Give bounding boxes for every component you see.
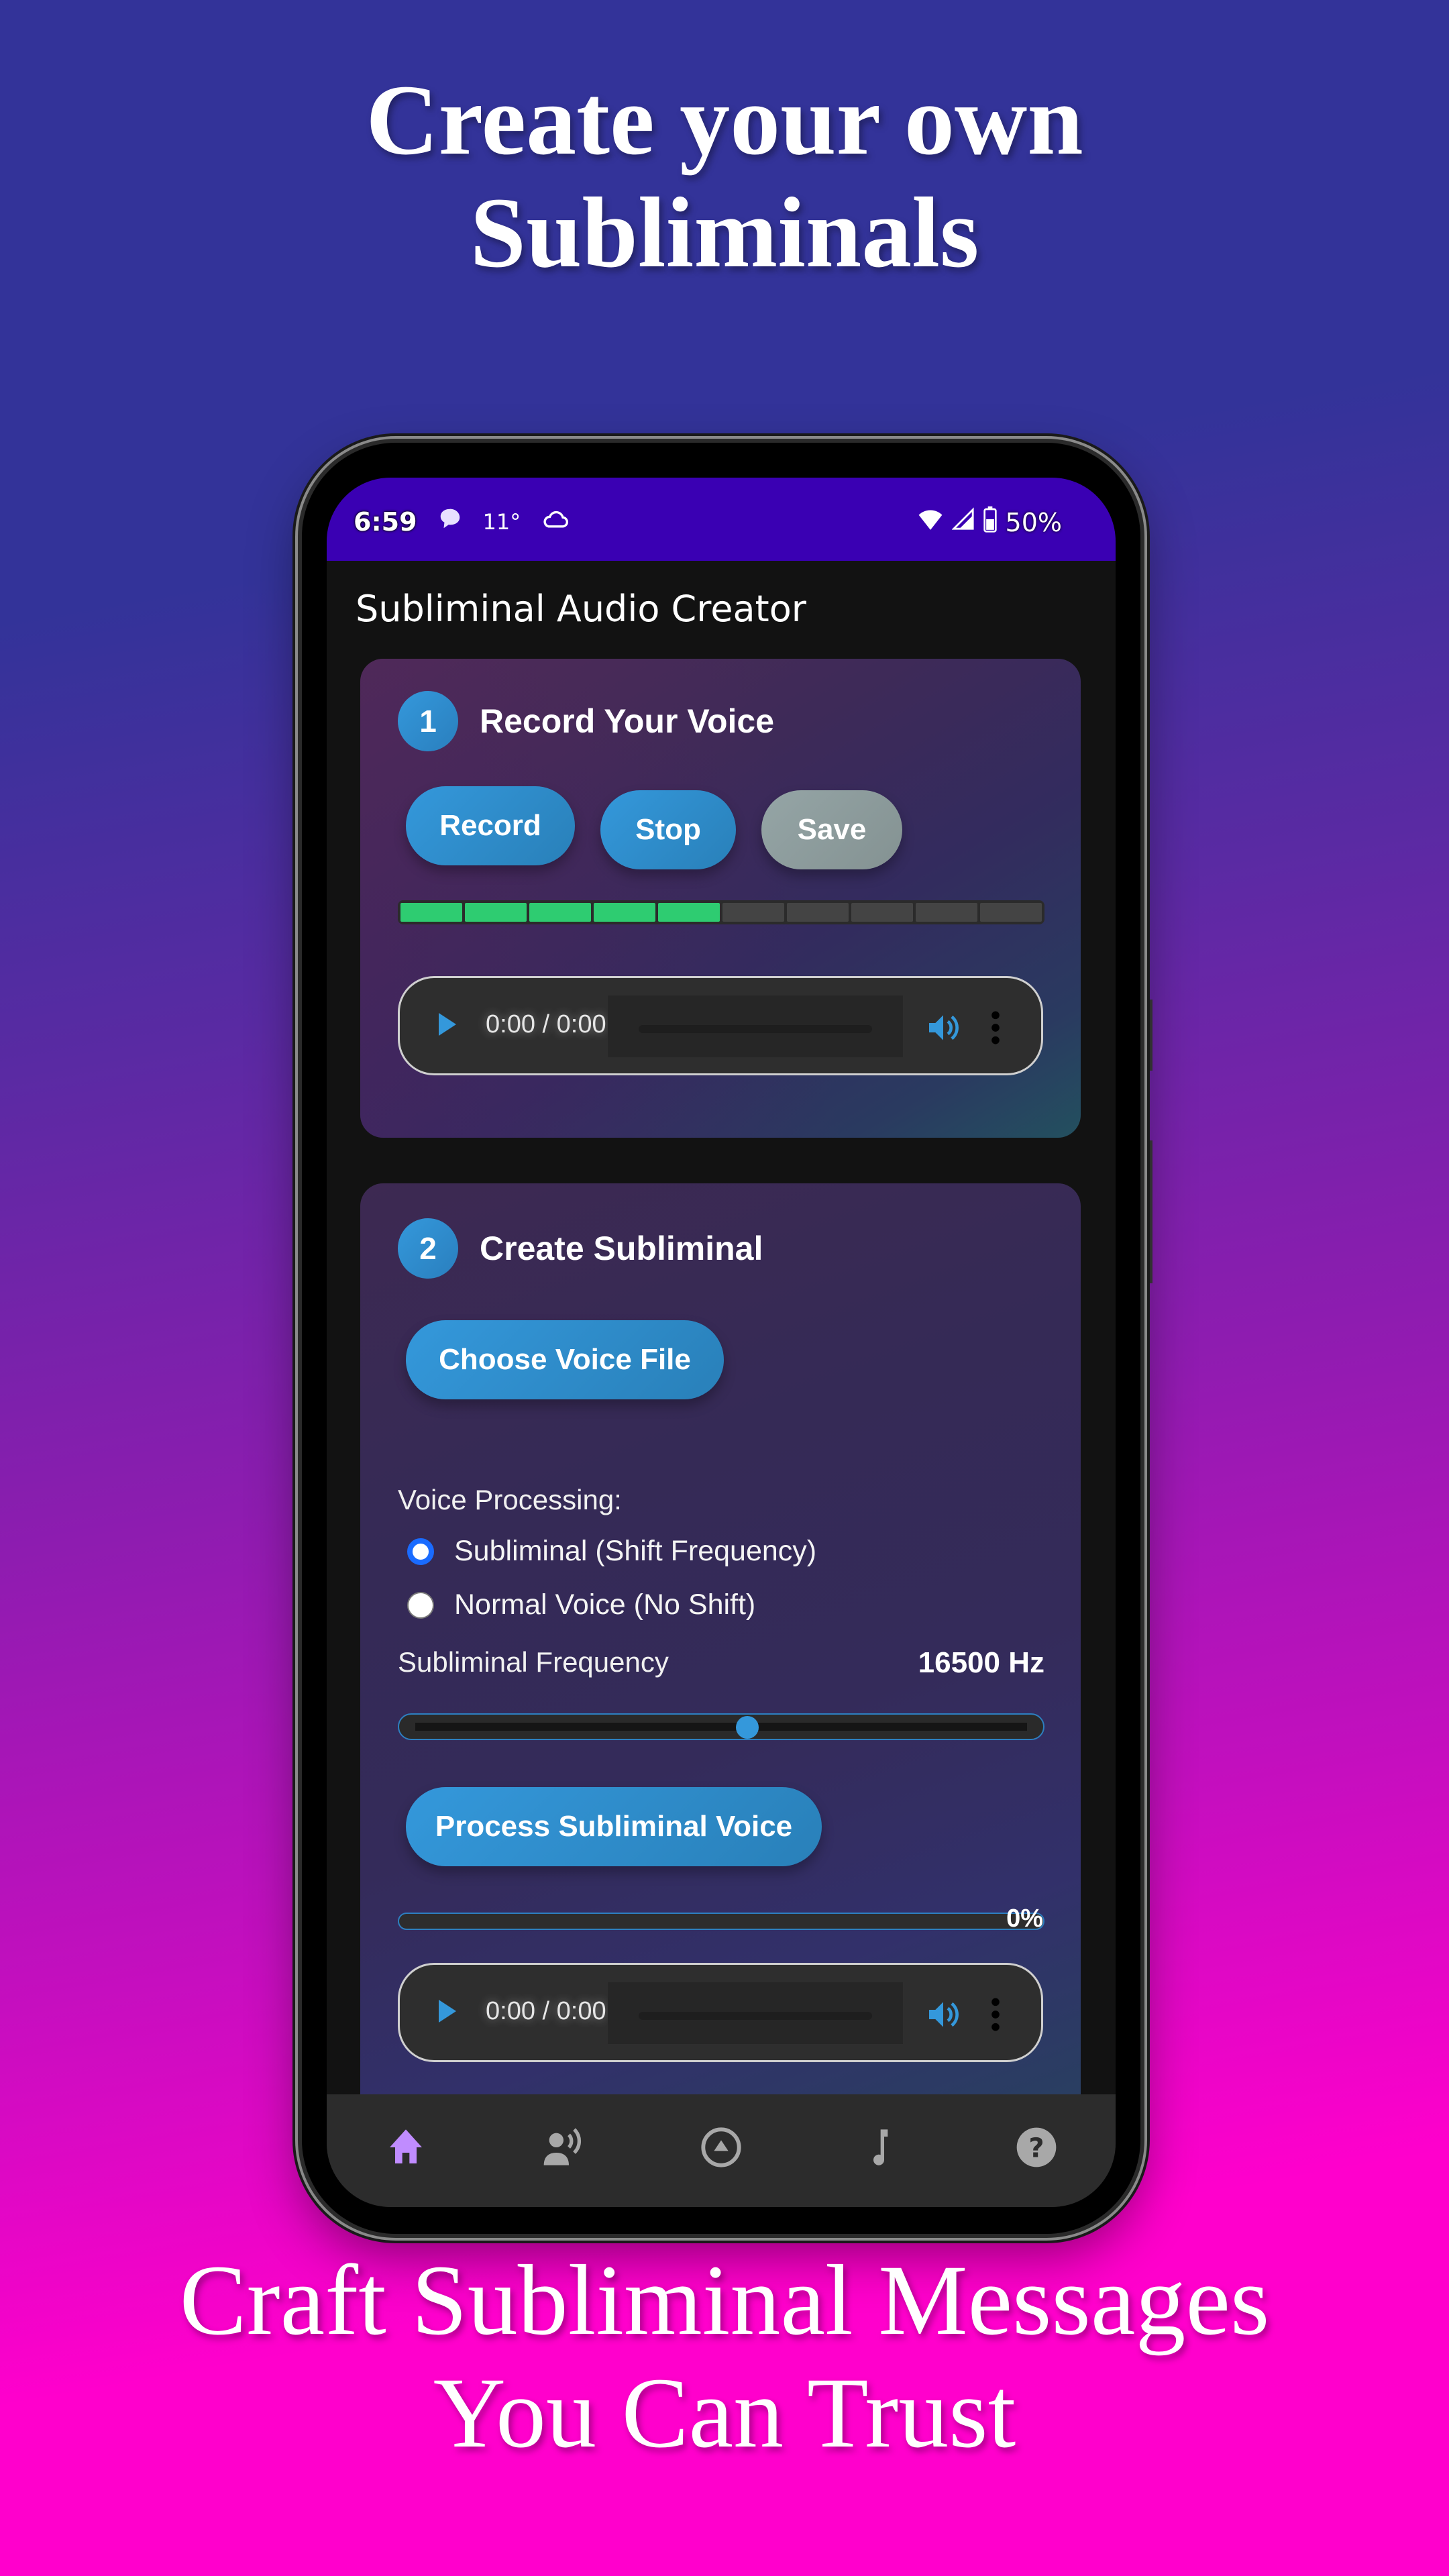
process-subliminal-voice-button[interactable]: Process Subliminal Voice — [406, 1787, 822, 1866]
meter-segment-inactive — [980, 903, 1042, 922]
player-time: 0:00 / 0:00 — [486, 1010, 606, 1038]
frequency-slider[interactable] — [398, 1713, 1044, 1740]
subliminal-frequency-value: 16500 Hz — [918, 1646, 1044, 1679]
promo-headline-bottom: Craft Subliminal Messages You Can Trust — [0, 2244, 1449, 2469]
step1-number-badge: 1 — [398, 691, 458, 751]
radio-label: Normal Voice (No Shift) — [454, 1589, 756, 1621]
recording-level-meter — [398, 900, 1044, 924]
step1-header: 1 Record Your Voice — [398, 691, 774, 751]
chat-bubble-icon — [437, 506, 463, 537]
phone-power-button — [1146, 1140, 1152, 1283]
promo-headline-top-line2: Subliminals — [470, 177, 979, 288]
step2-header: 2 Create Subliminal — [398, 1218, 763, 1279]
player-seek-bar[interactable] — [639, 2012, 872, 2020]
music-note-icon — [873, 2129, 888, 2165]
step2-number-badge: 2 — [398, 1218, 458, 1279]
signal-icon — [951, 506, 975, 538]
step2-title: Create Subliminal — [480, 1230, 763, 1267]
phone-volume-button — [1146, 1000, 1152, 1071]
promo-headline-top-line1: Create your own — [366, 64, 1083, 176]
play-icon[interactable] — [439, 2000, 456, 2023]
meter-segment-inactive — [722, 903, 784, 922]
meter-segment-active — [400, 903, 462, 922]
nav-voice[interactable] — [537, 2121, 590, 2174]
help-icon: ? — [1017, 2127, 1057, 2167]
progress-percent: 0% — [1006, 1904, 1043, 1933]
nav-home[interactable] — [379, 2121, 433, 2174]
player-time: 0:00 / 0:00 — [486, 1997, 606, 2025]
create-subliminal-card: 2 Create Subliminal Choose Voice File Vo… — [360, 1183, 1081, 2183]
meter-segment-inactive — [851, 903, 913, 922]
home-icon — [389, 2129, 422, 2163]
processing-progress-bar: 0% — [398, 1904, 1044, 1933]
subliminal-frequency-label: Subliminal Frequency — [398, 1646, 669, 1678]
play-icon[interactable] — [439, 1013, 456, 1036]
meter-segment-active — [465, 903, 527, 922]
meter-segment-active — [658, 903, 720, 922]
status-temperature: 11° — [482, 508, 521, 535]
slider-thumb[interactable] — [735, 1716, 759, 1739]
record-button[interactable]: Record — [406, 786, 575, 865]
more-options-icon[interactable] — [989, 1996, 1002, 2033]
choose-voice-file-button[interactable]: Choose Voice File — [406, 1320, 724, 1399]
record-voice-card: 1 Record Your Voice Record Stop Save 0:0… — [360, 659, 1081, 1138]
radio-button[interactable] — [407, 1591, 434, 1619]
app-title: Subliminal Audio Creator — [356, 588, 806, 630]
player-seek-bar[interactable] — [639, 1025, 872, 1033]
battery-icon — [983, 506, 998, 539]
voice-speaker-icon — [543, 2128, 581, 2165]
promo-headline-bottom-line2: You Can Trust — [433, 2357, 1016, 2469]
meter-segment-inactive — [787, 903, 849, 922]
nav-music[interactable] — [852, 2121, 906, 2174]
status-battery-percent: 50% — [1005, 507, 1062, 537]
phone-screen: 6:59 11° 50% Subliminal Audio Creator 1 … — [327, 478, 1116, 2207]
meter-segment-inactive — [916, 903, 977, 922]
cloud-icon — [541, 506, 570, 537]
step1-title: Record Your Voice — [480, 702, 775, 740]
voice-processing-label: Voice Processing: — [398, 1484, 622, 1515]
meter-segment-active — [529, 903, 591, 922]
meter-segment-active — [594, 903, 655, 922]
promo-headline-top: Create your own Subliminals — [0, 64, 1449, 289]
recorded-audio-player[interactable]: 0:00 / 0:00 — [398, 976, 1043, 1075]
radio-label: Subliminal (Shift Frequency) — [454, 1535, 817, 1567]
nav-help[interactable]: ? — [1010, 2121, 1063, 2174]
radio-normal-voice[interactable]: Normal Voice (No Shift) — [407, 1589, 755, 1621]
phone-frame: 6:59 11° 50% Subliminal Audio Creator 1 … — [302, 443, 1140, 2234]
status-time: 6:59 — [354, 506, 417, 537]
nav-upload[interactable] — [694, 2121, 748, 2174]
volume-icon[interactable] — [924, 1996, 962, 2033]
save-button[interactable]: Save — [761, 790, 902, 869]
svg-text:?: ? — [1029, 2133, 1044, 2164]
processed-audio-player[interactable]: 0:00 / 0:00 — [398, 1963, 1043, 2062]
radio-subliminal-shift[interactable]: Subliminal (Shift Frequency) — [407, 1535, 816, 1568]
circle-up-icon — [701, 2127, 741, 2167]
wifi-icon — [917, 506, 944, 538]
promo-headline-bottom-line1: Craft Subliminal Messages — [179, 2245, 1270, 2356]
volume-icon[interactable] — [924, 1009, 962, 1046]
radio-button[interactable] — [407, 1538, 434, 1565]
more-options-icon[interactable] — [989, 1009, 1002, 1046]
status-bar: 6:59 11° 50% — [327, 478, 1116, 561]
stop-button[interactable]: Stop — [600, 790, 736, 869]
bottom-navigation: ? — [327, 2094, 1116, 2207]
